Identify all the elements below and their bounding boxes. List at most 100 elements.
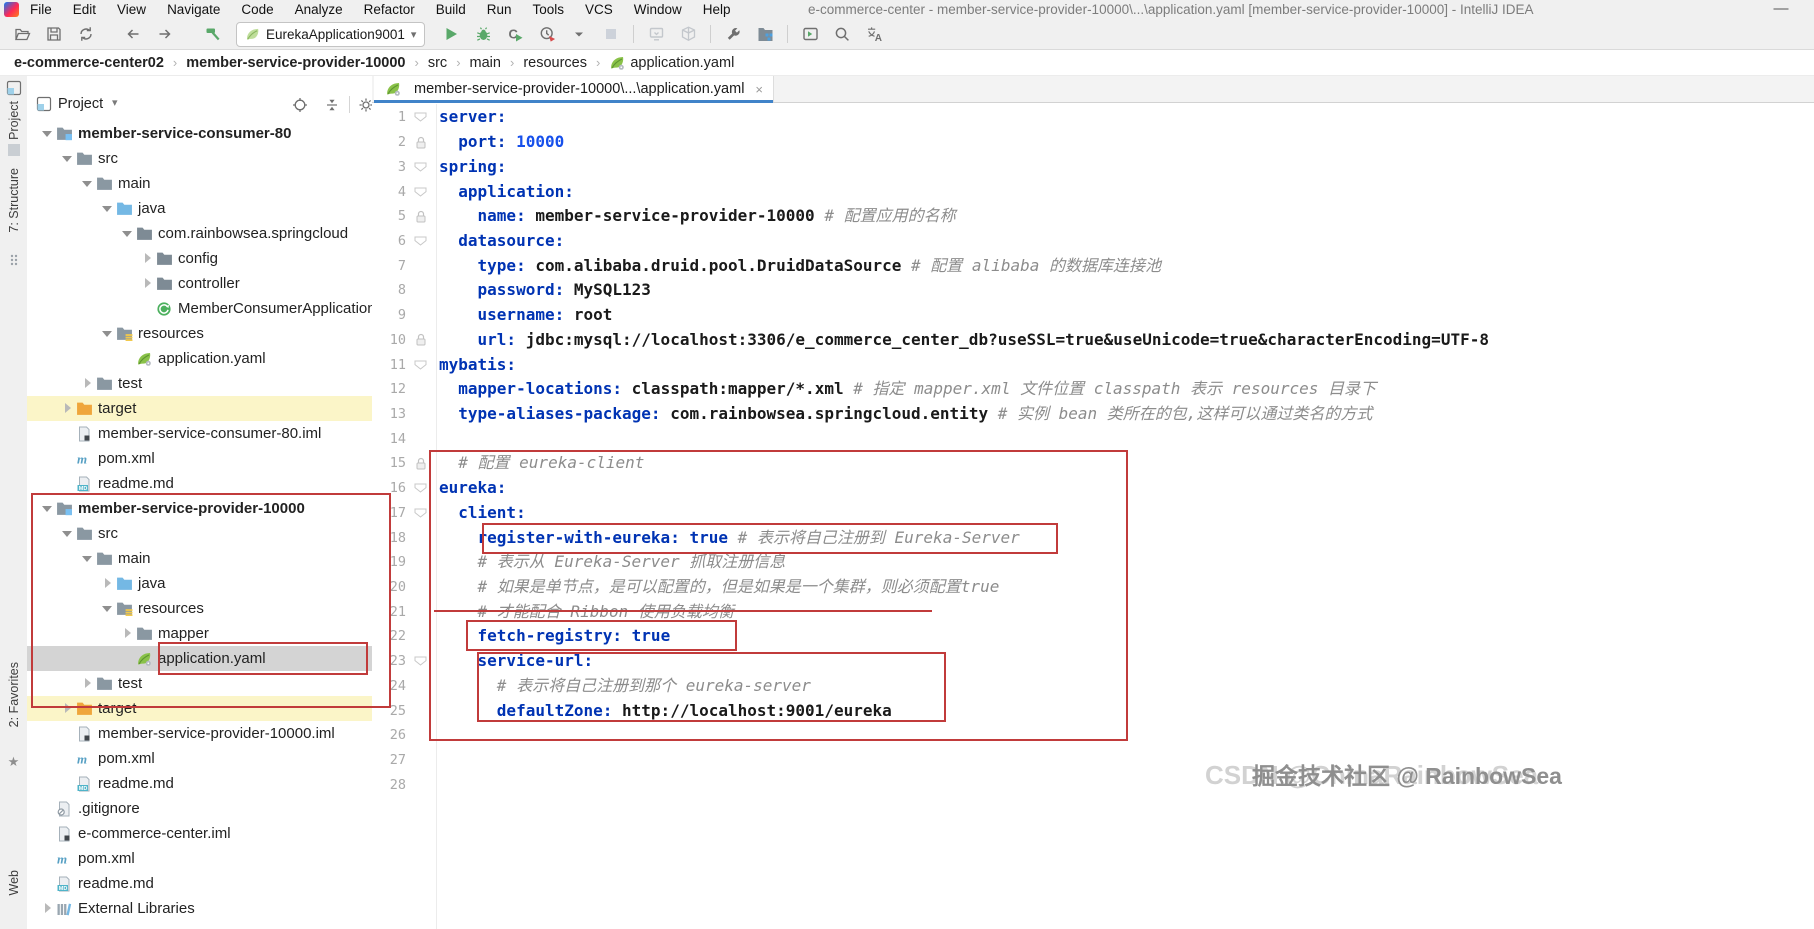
- code-line-21[interactable]: 21 # 才能配合 Ribbon 使用负载均衡: [372, 599, 1814, 624]
- chevron-right-icon[interactable]: [120, 626, 135, 641]
- collapse-all-button[interactable]: [323, 96, 340, 113]
- tree-item-readme-md[interactable]: MD readme.md: [27, 771, 372, 796]
- tree-item-mapper[interactable]: mapper: [27, 621, 372, 646]
- tree-item-src[interactable]: src: [27, 146, 372, 171]
- tree-item-test[interactable]: test: [27, 371, 372, 396]
- tree-item-main[interactable]: main: [27, 546, 372, 571]
- breadcrumb-main[interactable]: main: [470, 55, 501, 71]
- debug-bug-button[interactable]: [470, 21, 496, 47]
- menu-analyze[interactable]: Analyze: [295, 2, 343, 17]
- code-line-4[interactable]: 4 application:: [372, 179, 1814, 204]
- tree-item-java[interactable]: java: [27, 571, 372, 596]
- breadcrumb-src[interactable]: src: [428, 55, 447, 71]
- translate-button[interactable]: A: [861, 21, 887, 47]
- chevron-right-icon[interactable]: [80, 376, 95, 391]
- run-configuration-select[interactable]: EurekaApplication9001 ▾: [236, 21, 426, 47]
- chevron-down-icon[interactable]: [120, 226, 135, 241]
- tree-item-target[interactable]: target: [27, 696, 372, 721]
- save-all-button[interactable]: [41, 21, 67, 47]
- tree-item-java[interactable]: java: [27, 196, 372, 221]
- code-line-10[interactable]: 10 url: jdbc:mysql://localhost:3306/e_co…: [372, 327, 1814, 352]
- chevron-down-icon[interactable]: [40, 126, 55, 141]
- run-coverage-button[interactable]: C: [502, 21, 528, 47]
- stop-button[interactable]: [598, 21, 624, 47]
- tree-item-pom-xml[interactable]: m pom.xml: [27, 746, 372, 771]
- code-line-5[interactable]: 5 name: member-service-provider-10000 # …: [372, 204, 1814, 229]
- profiler-button[interactable]: [534, 21, 560, 47]
- chevron-right-icon[interactable]: [60, 701, 75, 716]
- tree-item-member-service-consumer-80[interactable]: member-service-consumer-80: [27, 121, 372, 146]
- tree-item-member-service-provider-10000-iml[interactable]: member-service-provider-10000.iml: [27, 721, 372, 746]
- code-area[interactable]: 1 server: 2 port: 10000 3 spring: 4 applicati…: [372, 104, 1814, 929]
- code-line-13[interactable]: 13 type-aliases-package: com.rainbowsea.…: [372, 402, 1814, 427]
- code-line-24[interactable]: 24 # 表示将自己注册到那个 eureka-server: [372, 674, 1814, 699]
- menu-run[interactable]: Run: [487, 2, 512, 17]
- menu-code[interactable]: Code: [241, 2, 273, 17]
- tab-application-yaml[interactable]: member-service-provider-10000\...\applic…: [374, 76, 775, 103]
- tree-item-e-commerce-center-iml[interactable]: e-commerce-center.iml: [27, 821, 372, 846]
- chevron-right-icon[interactable]: [40, 901, 55, 916]
- forward-arrow-button[interactable]: [152, 21, 178, 47]
- project-panel-title[interactable]: Project: [58, 96, 103, 112]
- menu-view[interactable]: View: [117, 2, 146, 17]
- tool-window-favorites-button[interactable]: 2: Favorites: [0, 662, 27, 727]
- tree-item-external-libraries[interactable]: External Libraries: [27, 896, 372, 921]
- run-anything-button[interactable]: [797, 21, 823, 47]
- chevron-down-icon[interactable]: [100, 326, 115, 341]
- chevron-right-icon[interactable]: [140, 251, 155, 266]
- breadcrumb-application-yaml[interactable]: application.yaml: [609, 55, 734, 71]
- tool-window-placeholder-button[interactable]: [0, 142, 27, 158]
- code-line-8[interactable]: 8 password: MySQL123: [372, 278, 1814, 303]
- tree-item-readme-md[interactable]: MD readme.md: [27, 471, 372, 496]
- menu-build[interactable]: Build: [436, 2, 466, 17]
- breadcrumb-e-commerce-center02[interactable]: e-commerce-center02: [14, 55, 164, 71]
- synchronize-button[interactable]: [73, 21, 99, 47]
- chevron-down-icon[interactable]: [80, 551, 95, 566]
- build-hammer-button[interactable]: [199, 21, 225, 47]
- settings-wrench-button[interactable]: [720, 21, 746, 47]
- menu-file[interactable]: File: [30, 2, 52, 17]
- tree-item-member-service-provider-10000[interactable]: member-service-provider-10000: [27, 496, 372, 521]
- code-line-9[interactable]: 9 username: root: [372, 303, 1814, 328]
- close-icon[interactable]: ×: [755, 82, 763, 97]
- menu-vcs[interactable]: VCS: [585, 2, 613, 17]
- chevron-down-icon[interactable]: [60, 526, 75, 541]
- menu-help[interactable]: Help: [703, 2, 731, 17]
- code-line-15[interactable]: 15 # 配置 eureka-client: [372, 451, 1814, 476]
- tool-window-web-button[interactable]: Web: [0, 870, 27, 895]
- code-line-1[interactable]: 1 server:: [372, 105, 1814, 130]
- chevron-right-icon[interactable]: [60, 401, 75, 416]
- tool-window-structure-button[interactable]: 7: Structure: [0, 168, 27, 233]
- tree-item-test[interactable]: test: [27, 671, 372, 696]
- tree-item-target[interactable]: target: [27, 396, 372, 421]
- code-line-7[interactable]: 7 type: com.alibaba.druid.pool.DruidData…: [372, 253, 1814, 278]
- chevron-right-icon[interactable]: [80, 676, 95, 691]
- code-line-14[interactable]: 14: [372, 426, 1814, 451]
- menu-tools[interactable]: Tools: [533, 2, 565, 17]
- code-line-28[interactable]: 28: [372, 772, 1814, 797]
- tree-item-config[interactable]: config: [27, 246, 372, 271]
- open-folder-button[interactable]: [9, 21, 35, 47]
- strip-pin-button[interactable]: [0, 252, 27, 268]
- chevron-down-icon[interactable]: ▾: [112, 96, 118, 109]
- tree-item-main[interactable]: main: [27, 171, 372, 196]
- back-arrow-button[interactable]: [120, 21, 146, 47]
- tree-item-resources[interactable]: resources: [27, 321, 372, 346]
- code-line-11[interactable]: 11 mybatis:: [372, 352, 1814, 377]
- chevron-down-icon[interactable]: [60, 151, 75, 166]
- chevron-down-icon[interactable]: [100, 201, 115, 216]
- tree-item-pom-xml[interactable]: m pom.xml: [27, 846, 372, 871]
- tree-item-src[interactable]: src: [27, 521, 372, 546]
- code-line-19[interactable]: 19 # 表示从 Eureka-Server 抓取注册信息: [372, 550, 1814, 575]
- menu-refactor[interactable]: Refactor: [364, 2, 415, 17]
- code-line-16[interactable]: 16 eureka:: [372, 476, 1814, 501]
- menu-navigate[interactable]: Navigate: [167, 2, 220, 17]
- code-line-20[interactable]: 20 # 如果是单节点，是可以配置的，但是如果是一个集群，则必须配置true: [372, 575, 1814, 600]
- chevron-right-icon[interactable]: [140, 276, 155, 291]
- build-artifact-button[interactable]: [675, 21, 701, 47]
- run-play-button[interactable]: [438, 21, 464, 47]
- gear-icon[interactable]: [357, 96, 372, 113]
- code-line-23[interactable]: 23 service-url:: [372, 649, 1814, 674]
- code-line-25[interactable]: 25 defaultZone: http://localhost:9001/eu…: [372, 698, 1814, 723]
- tree-item-readme-md[interactable]: MD readme.md: [27, 871, 372, 896]
